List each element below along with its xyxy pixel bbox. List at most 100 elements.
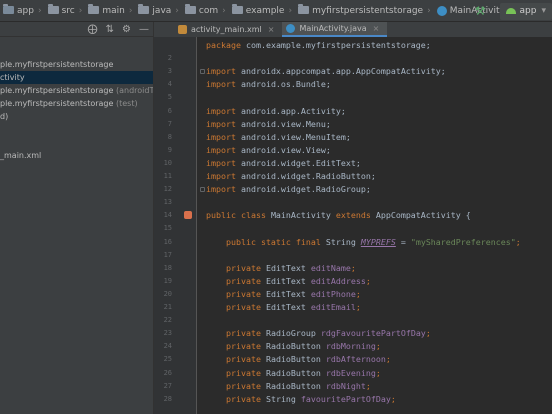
code-token: rdbAfternoon [325,354,386,365]
code-line: 11 import android.widget.RadioButton; [154,170,552,183]
code-line: 6 import android.app.Activity; [154,105,552,118]
code-line: package com.example.myfirstpersistentsto… [154,39,552,52]
line-number: 2 [167,54,172,63]
code-token: RadioButton [265,380,326,391]
locate-icon[interactable]: ⨁ [88,24,98,35]
chevron-right-icon: › [427,5,431,16]
tree-item[interactable] [0,123,153,136]
breadcrumb-item-example[interactable]: example › [229,0,295,21]
code-token: android.app.Activity; [240,105,346,116]
code-line: 16 public static final String MYPREFS = … [154,236,552,249]
tree-item-suffix: (androidTest) [115,86,153,95]
code-token: import [206,66,241,77]
code-text: import android.view.Menu; [206,118,331,131]
line-number: 21 [163,303,172,311]
code-line: 27 private RadioButton rdbNight; [154,380,552,393]
class-run-icon[interactable] [184,211,192,220]
project-panel-toolbar: ⨁ ⇅ ⚙ — [0,22,153,37]
breadcrumb-item-package[interactable]: myfirstpersistentstorage › [295,0,434,21]
line-number: 26 [163,368,172,377]
code-text: private RadioGroup rdgFavouritePartOfDay… [206,327,431,340]
breadcrumb-item-app[interactable]: app › [0,0,45,21]
minimize-icon[interactable]: — [139,24,149,35]
code-token: private [206,367,266,378]
tree-item[interactable]: ple.myfirstpersistentstorage (test) [0,97,153,110]
code-line: 4 import android.os.Bundle; [154,78,552,91]
code-line: 10 import android.widget.EditText; [154,157,552,170]
tree-item[interactable] [0,136,153,149]
code-token: MainActivity [270,210,336,221]
breadcrumb-label: example [245,5,285,16]
folder-icon [184,4,196,14]
line-number: 10 [163,158,172,167]
tree-item[interactable]: ctivity [0,71,153,84]
breadcrumb-item-main[interactable]: main › [85,0,135,21]
code-text: import android.app.Activity; [206,105,346,118]
tree-item[interactable]: ple.myfirstpersistentstorage (androidTes… [0,84,153,97]
folder-icon [47,4,59,14]
tree-item-label: ple.myfirstpersistentstorage [0,86,114,95]
gear-icon[interactable]: ⚙ [122,24,131,35]
tree-item-label: ple.myfirstpersistentstorage [0,99,114,108]
fold-icon[interactable] [200,187,205,193]
code-text: import androidx.appcompat.app.AppCompatA… [206,65,446,78]
code-token: import [206,184,241,195]
tree-item[interactable]: d) [0,110,153,123]
folder-icon [231,4,243,14]
code-token: import [206,171,241,181]
tab-main-activity-java[interactable]: MainActivity.java × [282,22,388,37]
line-number: 4 [167,80,172,89]
run-configuration-dropdown[interactable]: app ▾ [499,2,552,20]
code-text: import android.view.MenuItem; [206,131,351,144]
code-token: ; [350,262,356,273]
code-token: import [206,79,241,90]
hammer-icon[interactable]: ⚒ [475,4,486,18]
chevron-right-icon: › [128,5,133,16]
code-token: editEmail [310,302,356,312]
code-token: EditText [265,302,311,312]
tree-item-label: d) [0,112,9,121]
tab-spacer [154,22,174,37]
line-number: 28 [163,394,172,403]
breadcrumb-item-java[interactable]: java › [135,0,181,21]
close-icon[interactable]: × [373,24,380,33]
line-number: 15 [163,224,172,233]
tab-activity-main-xml[interactable]: activity_main.xml × [174,22,282,37]
chevron-right-icon: › [222,5,226,16]
code-token: import [206,144,241,155]
code-text: import android.widget.RadioButton; [206,170,376,183]
code-text: private RadioButton rdbNight; [206,380,371,393]
code-token: EditText [265,288,311,299]
java-class-icon [436,5,447,16]
code-token: import [206,118,241,129]
collapse-icon[interactable]: ⇅ [106,24,114,35]
tree-item-label: _main.xml [0,151,42,160]
code-token: EditText [265,262,311,273]
code-editor[interactable]: package com.example.myfirstpersistentsto… [154,37,552,414]
code-line: 13 [154,196,552,209]
xml-file-icon [178,25,187,34]
fold-icon[interactable] [200,69,205,75]
code-token: extends [335,210,376,221]
line-number: 16 [163,237,172,246]
run-toolbar: ⚒ app ▾ [475,0,552,21]
code-token: rdgFavouritePartOfDay [320,328,426,339]
tree-item[interactable]: ple.myfirstpersistentstorage [0,58,153,71]
line-number: 6 [167,106,172,115]
code-token: android.view.Menu; [240,118,331,129]
code-text: import android.os.Bundle; [206,78,331,91]
close-icon[interactable]: × [268,25,275,34]
code-line: 15 [154,222,552,235]
breadcrumb-item-src[interactable]: src › [45,0,86,21]
tree-item[interactable]: _main.xml [0,149,153,162]
code-token: ; [375,367,381,378]
code-line: 26 private RadioButton rdbEvening; [154,367,552,380]
chevron-right-icon: › [78,5,83,16]
code-token: = [395,236,411,247]
code-token: import [206,131,241,142]
folder-icon [88,4,100,14]
line-number: 25 [163,355,172,364]
breadcrumb-item-com[interactable]: com › [182,0,229,21]
line-number: 19 [163,276,172,285]
tree-item-label: ctivity [0,73,25,82]
